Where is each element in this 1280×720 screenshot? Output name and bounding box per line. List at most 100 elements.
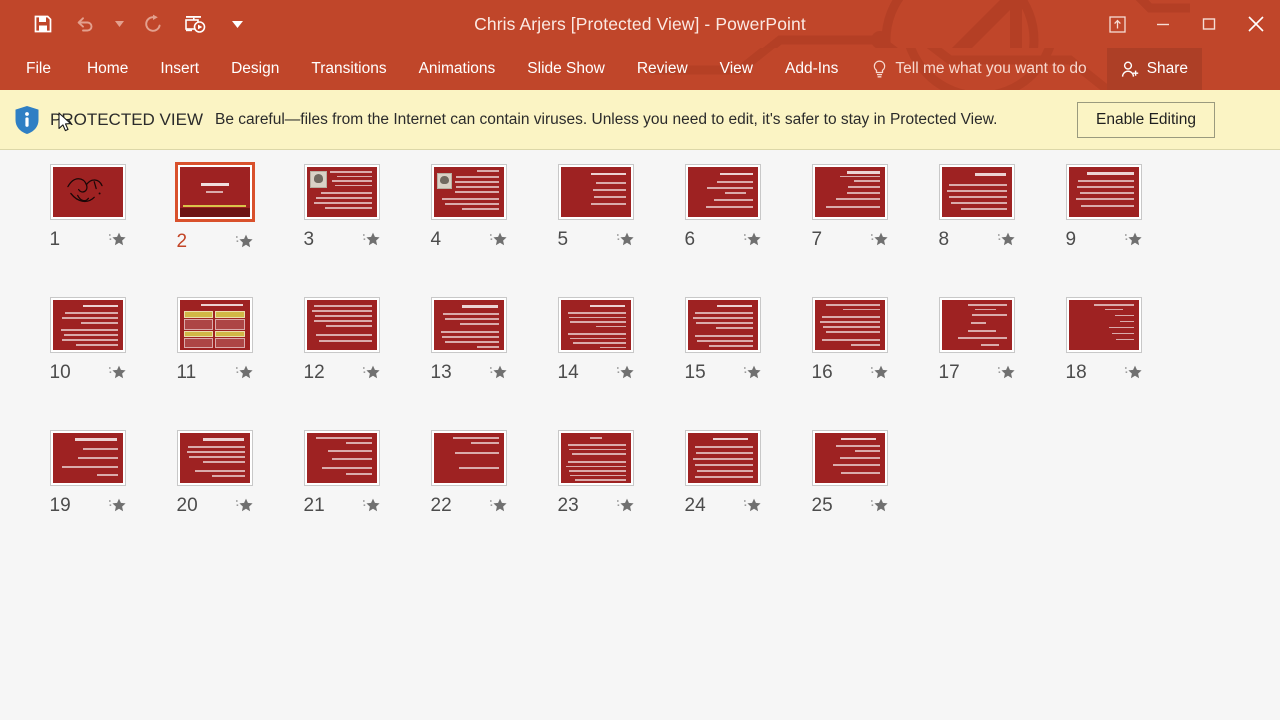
slide-thumbnail-22[interactable]: 22 (405, 430, 532, 563)
undo-dropdown-button[interactable] (106, 4, 132, 44)
star-icon[interactable] (743, 364, 761, 381)
star-icon[interactable] (108, 364, 126, 381)
star-icon[interactable] (743, 231, 761, 248)
ribbon-tab-bar[interactable]: File Home Insert Design Transitions Anim… (0, 48, 1280, 90)
star-icon[interactable] (489, 231, 507, 248)
star-icon[interactable] (870, 231, 888, 248)
slide-thumbnail-2[interactable]: 2 (151, 162, 278, 297)
star-icon[interactable] (362, 497, 380, 514)
star-icon[interactable] (489, 364, 507, 381)
share-button[interactable]: Share (1106, 48, 1203, 90)
enable-editing-button[interactable]: Enable Editing (1077, 101, 1215, 138)
tab-home[interactable]: Home (71, 48, 144, 90)
thumb-frame[interactable] (684, 430, 761, 486)
star-icon[interactable] (362, 231, 380, 248)
customize-qat-button[interactable] (216, 4, 258, 44)
slide-sorter-pane[interactable]: 1 2 3 4 5 6 7 8 9 10 11 12 13 14 15 16 1… (0, 150, 1280, 720)
thumb-frame[interactable] (174, 162, 255, 222)
star-icon[interactable] (235, 497, 253, 514)
slide-thumbnail-21[interactable]: 21 (278, 430, 405, 563)
slide-thumbnail-11[interactable]: 11 (151, 297, 278, 430)
ribbon-display-options-button[interactable] (1094, 0, 1140, 48)
thumb-frame[interactable] (557, 297, 634, 353)
undo-button[interactable] (64, 4, 106, 44)
slide-thumbnail-19[interactable]: 19 (24, 430, 151, 563)
close-button[interactable] (1232, 0, 1280, 48)
star-icon[interactable] (1124, 364, 1142, 381)
redo-button[interactable] (132, 4, 174, 44)
star-icon[interactable] (362, 364, 380, 381)
window-controls[interactable] (1094, 0, 1280, 48)
thumb-frame[interactable] (1065, 164, 1142, 220)
restore-button[interactable] (1186, 0, 1232, 48)
tab-slide-show[interactable]: Slide Show (511, 48, 621, 90)
thumb-frame[interactable] (303, 297, 380, 353)
star-icon[interactable] (743, 497, 761, 514)
thumb-frame[interactable] (1065, 297, 1142, 353)
tab-add-ins[interactable]: Add-Ins (769, 48, 854, 90)
star-icon[interactable] (489, 497, 507, 514)
thumb-frame[interactable] (684, 297, 761, 353)
star-icon[interactable] (108, 497, 126, 514)
save-button[interactable] (22, 4, 64, 44)
slide-thumbnail-5[interactable]: 5 (532, 164, 659, 297)
tab-transitions[interactable]: Transitions (295, 48, 402, 90)
tab-review[interactable]: Review (621, 48, 704, 90)
start-presentation-button[interactable] (174, 4, 216, 44)
slide-thumbnail-20[interactable]: 20 (151, 430, 278, 563)
thumb-frame[interactable] (430, 164, 507, 220)
star-icon[interactable] (997, 231, 1015, 248)
slide-thumbnail-13[interactable]: 13 (405, 297, 532, 430)
thumb-frame[interactable] (938, 164, 1015, 220)
thumb-frame[interactable] (176, 297, 253, 353)
thumb-frame[interactable] (176, 430, 253, 486)
slide-thumbnail-1[interactable]: 1 (24, 164, 151, 297)
slide-thumbnail-3[interactable]: 3 (278, 164, 405, 297)
minimize-button[interactable] (1140, 0, 1186, 48)
slide-thumbnail-6[interactable]: 6 (659, 164, 786, 297)
slide-thumbnail-16[interactable]: 16 (786, 297, 913, 430)
star-icon[interactable] (108, 231, 126, 248)
slide-thumbnail-23[interactable]: 23 (532, 430, 659, 563)
thumb-frame[interactable] (49, 164, 126, 220)
tab-file[interactable]: File (0, 48, 71, 90)
tab-animations[interactable]: Animations (403, 48, 512, 90)
thumb-frame[interactable] (811, 164, 888, 220)
slide-thumbnail-15[interactable]: 15 (659, 297, 786, 430)
star-icon[interactable] (1124, 231, 1142, 248)
slide-thumbnail-8[interactable]: 8 (913, 164, 1040, 297)
thumb-frame[interactable] (811, 297, 888, 353)
thumb-frame[interactable] (557, 164, 634, 220)
slide-thumbnail-10[interactable]: 10 (24, 297, 151, 430)
star-icon[interactable] (870, 497, 888, 514)
star-icon[interactable] (870, 364, 888, 381)
star-icon[interactable] (616, 231, 634, 248)
thumb-frame[interactable] (430, 297, 507, 353)
thumb-frame[interactable] (811, 430, 888, 486)
slide-thumbnail-18[interactable]: 18 (1040, 297, 1167, 430)
star-icon[interactable] (616, 497, 634, 514)
tell-me-search[interactable]: Tell me what you want to do (854, 48, 1100, 90)
slide-thumbnail-24[interactable]: 24 (659, 430, 786, 563)
slide-thumbnail-4[interactable]: 4 (405, 164, 532, 297)
thumb-frame[interactable] (303, 164, 380, 220)
thumb-frame[interactable] (684, 164, 761, 220)
thumb-frame[interactable] (49, 297, 126, 353)
slide-thumbnail-7[interactable]: 7 (786, 164, 913, 297)
thumb-frame[interactable] (303, 430, 380, 486)
tab-view[interactable]: View (704, 48, 769, 90)
slide-thumbnail-12[interactable]: 12 (278, 297, 405, 430)
thumb-frame[interactable] (49, 430, 126, 486)
slide-thumbnail-14[interactable]: 14 (532, 297, 659, 430)
thumb-frame[interactable] (938, 297, 1015, 353)
tab-insert[interactable]: Insert (144, 48, 215, 90)
tab-design[interactable]: Design (215, 48, 295, 90)
slide-thumbnail-17[interactable]: 17 (913, 297, 1040, 430)
slide-thumbnail-9[interactable]: 9 (1040, 164, 1167, 297)
thumb-frame[interactable] (557, 430, 634, 486)
quick-access-toolbar[interactable] (0, 0, 258, 48)
star-icon[interactable] (616, 364, 634, 381)
star-icon[interactable] (235, 364, 253, 381)
star-icon[interactable] (997, 364, 1015, 381)
star-icon[interactable] (235, 233, 253, 250)
